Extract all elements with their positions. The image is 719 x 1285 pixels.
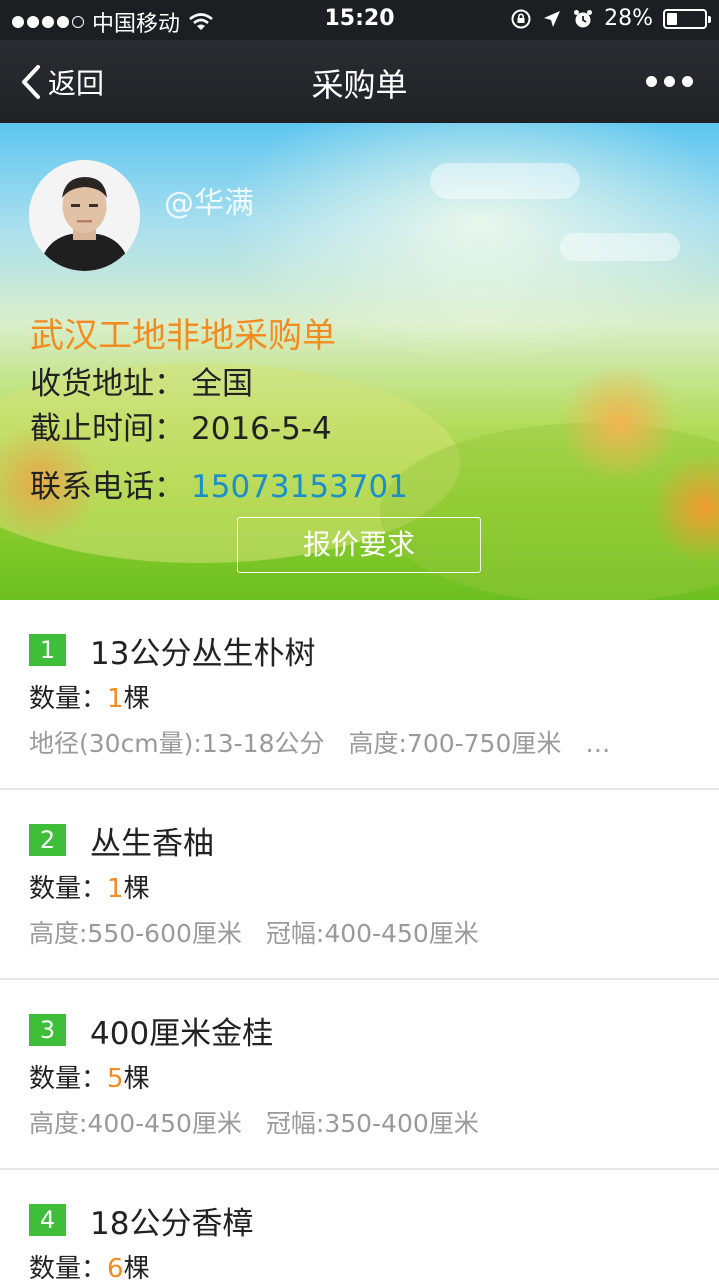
list-item[interactable]: 1 13公分丛生朴树 数量：1棵 地径(30cm量):13-18公分 高度:700… [0,600,719,790]
item-specs: 高度:400-450厘米 冠幅:350-400厘米 [29,1109,479,1138]
status-right: 28% [510,6,711,31]
list-item[interactable]: 3 400厘米金桂 数量：5棵 高度:400-450厘米 冠幅:350-400厘米 [0,980,719,1170]
alarm-icon [574,9,593,27]
item-name: 400厘米金桂 [90,1016,274,1052]
phone-label: 联系电话： [30,469,185,505]
item-name: 13公分丛生朴树 [90,636,316,672]
deadline-value: 2016-5-4 [191,411,332,447]
item-name: 18公分香樟 [90,1206,254,1242]
address-row: 收货地址： 全国 [30,358,253,403]
navigation-bar: 返回 采购单 [0,40,719,123]
battery-percent: 28% [604,6,653,31]
item-number-badge: 2 [29,824,66,856]
rotation-lock-icon [511,9,531,28]
deadline-label: 截止时间： [30,411,185,447]
deadline-row: 截止时间： 2016-5-4 [30,403,332,448]
item-name: 丛生香柚 [90,826,214,862]
status-bar: 中国移动 15:20 28% [0,0,719,40]
more-specs-ellipsis: … [585,729,611,758]
item-specs: 地径(30cm量):13-18公分 高度:700-750厘米… [29,729,611,758]
address-label: 收货地址： [30,366,185,402]
order-title: 武汉工地非地采购单 [30,316,336,356]
address-value: 全国 [191,366,253,402]
more-options-button[interactable] [646,76,693,87]
item-specs: 高度:550-600厘米 冠幅:400-450厘米 [29,919,479,948]
item-quantity: 数量：6棵 [29,1254,150,1284]
item-number-badge: 4 [29,1204,66,1236]
item-quantity: 数量：1棵 [29,874,150,904]
item-quantity: 数量：5棵 [29,1064,150,1094]
phone-link[interactable]: 15073153701 [191,469,408,505]
battery-icon [663,8,711,29]
list-item[interactable]: 4 18公分香樟 数量：6棵 [0,1170,719,1284]
item-quantity: 数量：1棵 [29,684,150,714]
username: @华满 [164,186,254,221]
item-number-badge: 1 [29,634,66,666]
avatar[interactable] [29,160,140,271]
page-title: 采购单 [311,66,408,104]
quote-requirements-button[interactable]: 报价要求 [237,517,481,573]
list-item[interactable]: 2 丛生香柚 数量：1棵 高度:550-600厘米 冠幅:400-450厘米 [0,790,719,980]
phone-row: 联系电话： 15073153701 [30,461,408,506]
order-header: @华满 武汉工地非地采购单 收货地址： 全国 截止时间： 2016-5-4 联系电话… [0,123,719,600]
item-number-badge: 3 [29,1014,66,1046]
location-icon [544,10,561,27]
